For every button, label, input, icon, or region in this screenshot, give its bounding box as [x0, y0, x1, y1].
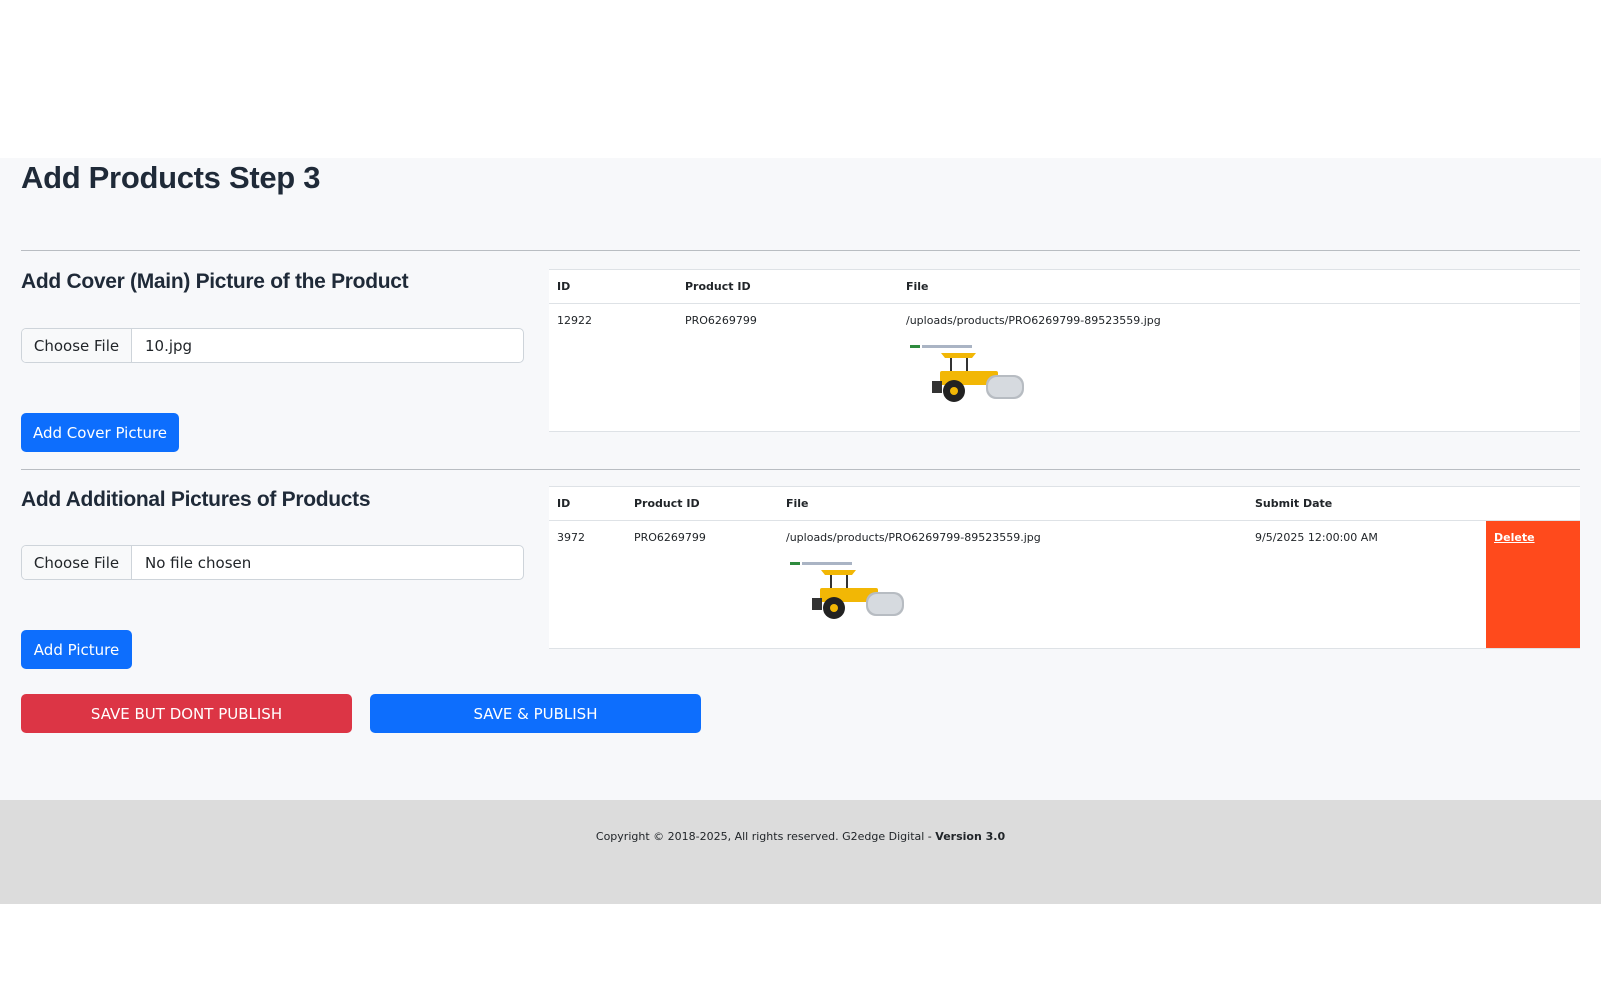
cell-product-id: PRO6269799 [677, 303, 898, 432]
version-text: Version 3.0 [935, 830, 1006, 843]
cover-file-name: 10.jpg [145, 336, 193, 355]
divider [21, 250, 1580, 251]
cell-product-id: PRO6269799 [626, 520, 778, 649]
table-row: 3972 PRO6269799 /uploads/products/PRO626… [549, 520, 1580, 649]
file-path: /uploads/products/PRO6269799-89523559.jp… [786, 530, 1041, 544]
column-header-submit-date: Submit Date [1247, 487, 1486, 521]
copyright-text: Copyright © 2018-2025, All rights reserv… [595, 830, 936, 843]
additional-choose-file-button[interactable]: Choose File [22, 546, 132, 579]
additional-section-title: Add Additional Pictures of Products [21, 488, 371, 511]
column-header-product-id: Product ID [677, 270, 898, 304]
column-header-action [1486, 487, 1580, 521]
cell-file: /uploads/products/PRO6269799-89523559.jp… [898, 303, 1580, 432]
add-picture-button[interactable]: Add Picture [21, 630, 132, 669]
column-header-id: ID [549, 270, 677, 304]
cover-table: ID Product ID File 12922 PRO6269799 /upl… [549, 269, 1580, 432]
save-and-publish-button[interactable]: SAVE & PUBLISH [370, 694, 701, 733]
cell-id: 3972 [549, 520, 626, 649]
product-thumbnail-image [790, 561, 904, 619]
column-header-id: ID [549, 487, 626, 521]
cell-id: 12922 [549, 303, 677, 432]
product-thumbnail-image [910, 344, 1024, 402]
cover-choose-file-button[interactable]: Choose File [22, 329, 132, 362]
footer [0, 800, 1601, 904]
table-row: 12922 PRO6269799 /uploads/products/PRO62… [549, 303, 1580, 432]
column-header-file: File [778, 487, 1247, 521]
file-path: /uploads/products/PRO6269799-89523559.jp… [906, 313, 1161, 327]
additional-table: ID Product ID File Submit Date 3972 PRO6… [549, 486, 1580, 649]
delete-link[interactable]: Delete [1494, 531, 1535, 544]
cell-action: Delete [1486, 520, 1580, 649]
cover-section-title: Add Cover (Main) Picture of the Product [21, 270, 409, 293]
column-header-file: File [898, 270, 1580, 304]
cover-file-input[interactable]: Choose File 10.jpg [21, 328, 524, 363]
table-header-row: ID Product ID File Submit Date [549, 487, 1580, 521]
additional-file-input[interactable]: Choose File No file chosen [21, 545, 524, 580]
cell-submit-date: 9/5/2025 12:00:00 AM [1247, 520, 1486, 649]
footer-copyright: Copyright © 2018-2025, All rights reserv… [0, 830, 1601, 843]
page-title: Add Products Step 3 [21, 160, 321, 195]
add-cover-picture-button[interactable]: Add Cover Picture [21, 413, 179, 452]
additional-file-name: No file chosen [145, 553, 252, 572]
column-header-product-id: Product ID [626, 487, 778, 521]
divider [21, 469, 1580, 470]
table-header-row: ID Product ID File [549, 270, 1580, 304]
save-but-dont-publish-button[interactable]: SAVE BUT DONT PUBLISH [21, 694, 352, 733]
page: Add Products Step 3 Add Cover (Main) Pic… [0, 0, 1601, 984]
cell-file: /uploads/products/PRO6269799-89523559.jp… [778, 520, 1247, 649]
